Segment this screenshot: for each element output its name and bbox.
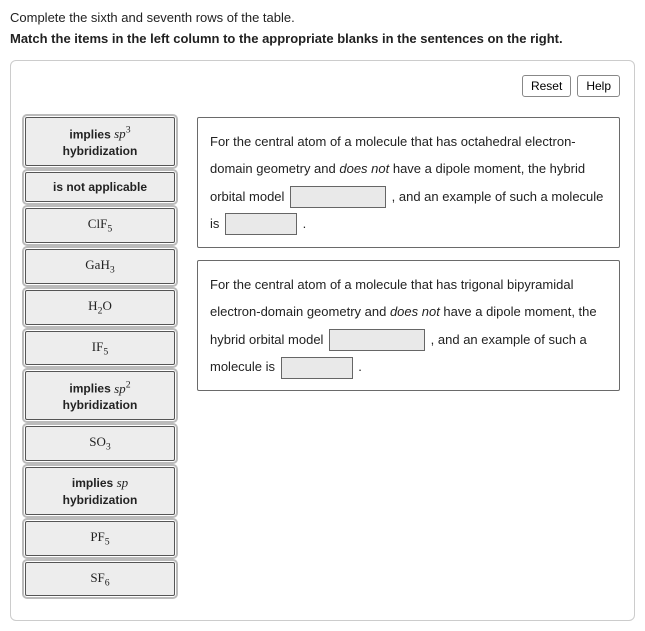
tile-sf6[interactable]: SF6 [25,562,175,597]
tile-implies-sp3[interactable]: implies sp3hybridization [25,117,175,166]
tile-h2o[interactable]: H2O [25,290,175,325]
tile-clf5[interactable]: ClF5 [25,208,175,243]
reset-button[interactable]: Reset [522,75,571,97]
sentence-2: For the central atom of a molecule that … [197,260,620,391]
sentence-2-em: does not [390,304,440,319]
tile-implies-sp2[interactable]: implies sp2hybridization [25,371,175,420]
blank-1b[interactable] [225,213,297,235]
exercise-panel: Reset Help implies sp3hybridization is n… [10,60,635,621]
blank-2a[interactable] [329,329,425,351]
tile-if5[interactable]: IF5 [25,331,175,366]
sentence-1: For the central atom of a molecule that … [197,117,620,248]
tile-so3[interactable]: SO3 [25,426,175,461]
sentence-targets: For the central atom of a molecule that … [197,117,620,391]
instruction-line-1: Complete the sixth and seventh rows of t… [10,10,635,25]
sentence-2-part4: . [355,359,362,374]
tile-implies-sp[interactable]: implies sphybridization [25,467,175,515]
help-button[interactable]: Help [577,75,620,97]
panel-buttons: Reset Help [25,75,620,97]
tile-pf5[interactable]: PF5 [25,521,175,556]
columns: implies sp3hybridization is not applicab… [25,117,620,596]
sentence-1-part4: . [299,216,306,231]
tile-gah3[interactable]: GaH3 [25,249,175,284]
blank-1a[interactable] [290,186,386,208]
instruction-line-2: Match the items in the left column to th… [10,31,635,46]
sentence-1-em: does not [339,161,389,176]
tile-not-applicable[interactable]: is not applicable [25,172,175,202]
draggable-tile-list: implies sp3hybridization is not applicab… [25,117,175,596]
blank-2b[interactable] [281,357,353,379]
